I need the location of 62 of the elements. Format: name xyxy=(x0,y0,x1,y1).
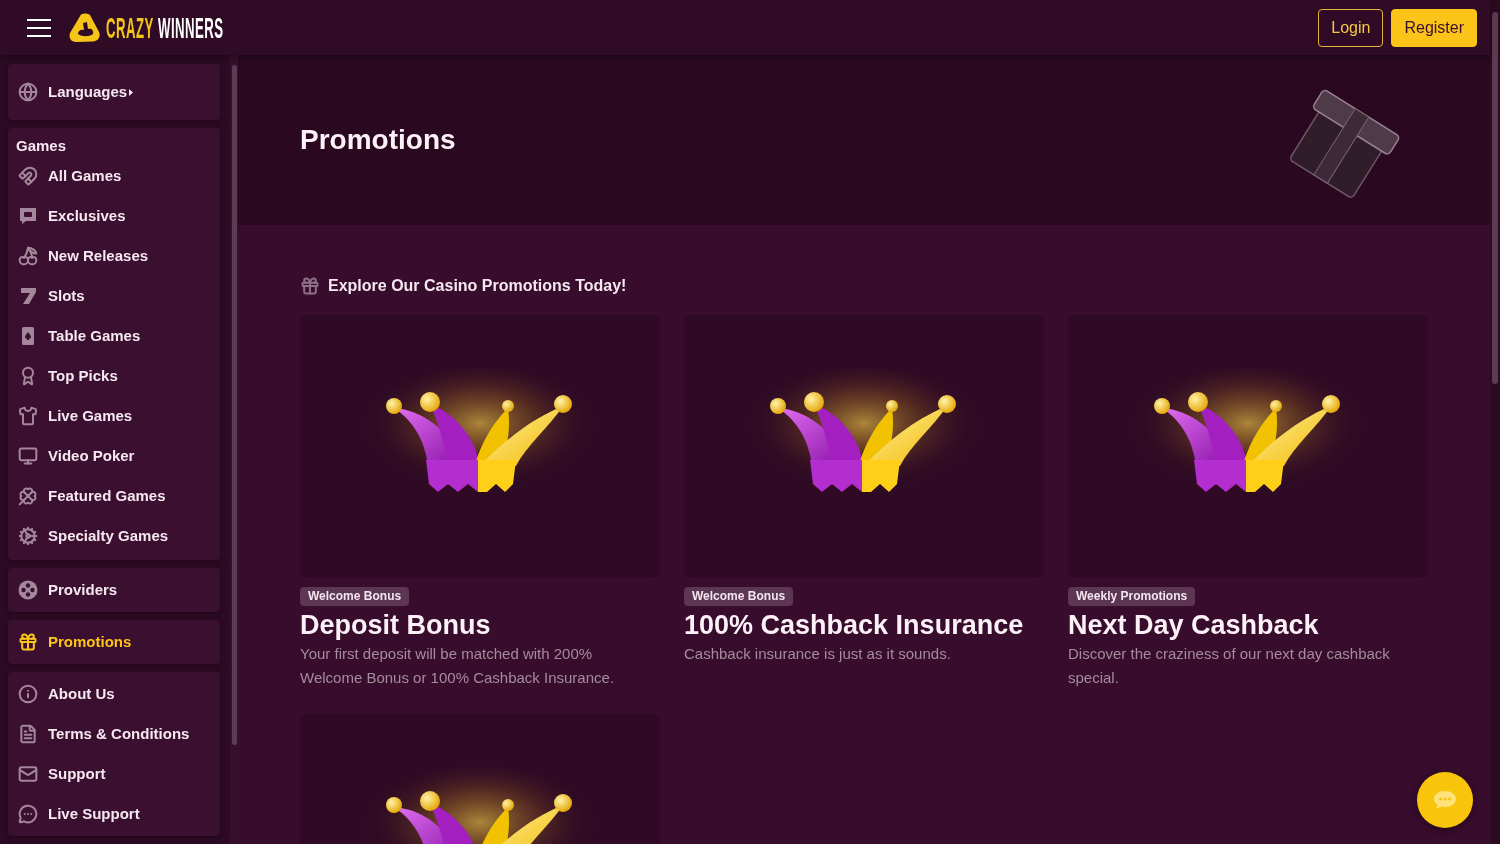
menu-icon xyxy=(27,18,51,37)
sidebar-item[interactable]: Languages xyxy=(8,72,220,112)
gift-icon xyxy=(300,276,320,296)
register-button[interactable]: Register xyxy=(1391,8,1477,47)
cherry-icon xyxy=(18,246,38,266)
gear-icon xyxy=(18,526,38,546)
login-button[interactable]: Login xyxy=(1318,8,1384,47)
promo-description: Cashback insurance is just as it sounds. xyxy=(684,644,952,664)
promo-tag: Welcome Bonus xyxy=(684,587,794,606)
sidebar-item[interactable]: Exclusives xyxy=(8,196,220,236)
sidebar-item[interactable]: About Us xyxy=(8,674,220,714)
sidebar-item[interactable]: Support xyxy=(8,754,220,794)
mail-icon xyxy=(18,764,38,784)
caret-icon xyxy=(129,88,134,96)
film-reel-icon xyxy=(18,580,38,600)
horseshoe-icon xyxy=(18,166,38,186)
sidebar-item[interactable]: Top Picks xyxy=(8,356,220,396)
logo-icon xyxy=(69,12,101,43)
gift-icon xyxy=(18,632,38,652)
sidebar-item[interactable]: Terms & Conditions xyxy=(8,714,220,754)
sidebar-heading: Games xyxy=(15,136,68,156)
scrollbar-track[interactable] xyxy=(230,55,238,844)
sidebar-item[interactable]: Table Games xyxy=(8,316,220,356)
scrollbar-thumb[interactable] xyxy=(1492,12,1498,384)
clover-icon xyxy=(18,486,38,506)
document-icon xyxy=(18,724,38,744)
promo-title: Deposit Bonus xyxy=(300,609,492,642)
promo-tag: Weekly Promotions xyxy=(1068,587,1196,606)
chat-button[interactable] xyxy=(1417,772,1473,828)
scrollbar-thumb[interactable] xyxy=(231,65,237,745)
promo-tag: Welcome Bonus xyxy=(300,587,410,606)
sidebar-item[interactable]: Video Poker xyxy=(8,436,220,476)
sidebar-item[interactable]: Specialty Games xyxy=(8,516,220,556)
monitor-icon xyxy=(18,446,38,466)
sidebar-item[interactable]: Live Games xyxy=(8,396,220,436)
sidebar-item[interactable]: Providers xyxy=(8,570,220,610)
logo-text: WINNERS xyxy=(158,12,224,43)
square-bubble-icon xyxy=(18,206,38,226)
promo-image-panel[interactable] xyxy=(300,315,660,577)
section-heading: Explore Our Casino Promotions Today! xyxy=(328,276,627,296)
sidebar-item[interactable]: All Games xyxy=(8,156,220,196)
sidebar-item[interactable]: Featured Games xyxy=(8,476,220,516)
sidebar-item[interactable]: Live Support xyxy=(8,794,220,834)
scrollbar-track[interactable] xyxy=(1490,0,1500,844)
info-icon xyxy=(18,684,38,704)
promo-title: 100% Cashback Insurance xyxy=(684,609,1025,642)
page-title: Promotions xyxy=(300,123,456,157)
shirt-icon xyxy=(18,406,38,426)
promo-title: Next Day Cashback xyxy=(1068,609,1320,642)
chat-icon xyxy=(18,804,38,824)
promo-image-panel[interactable] xyxy=(1068,315,1428,577)
logo-text: CRAZY xyxy=(106,12,154,43)
menu-button[interactable] xyxy=(26,17,52,38)
sidebar-item[interactable]: Promotions xyxy=(8,622,220,662)
sidebar-item[interactable]: New Releases xyxy=(8,236,220,276)
chat-bubble-icon xyxy=(1433,790,1457,810)
globe-icon xyxy=(18,82,38,102)
promo-description: Your first deposit will be matched with 200% Welcome Bonus or 100% Cashback Insurance. xyxy=(300,644,616,688)
seven-icon xyxy=(18,286,38,306)
promo-description: Discover the craziness of our next day cashback special. xyxy=(1068,644,1391,688)
promo-image-panel[interactable] xyxy=(684,315,1044,577)
sidebar-item[interactable]: Slots xyxy=(8,276,220,316)
